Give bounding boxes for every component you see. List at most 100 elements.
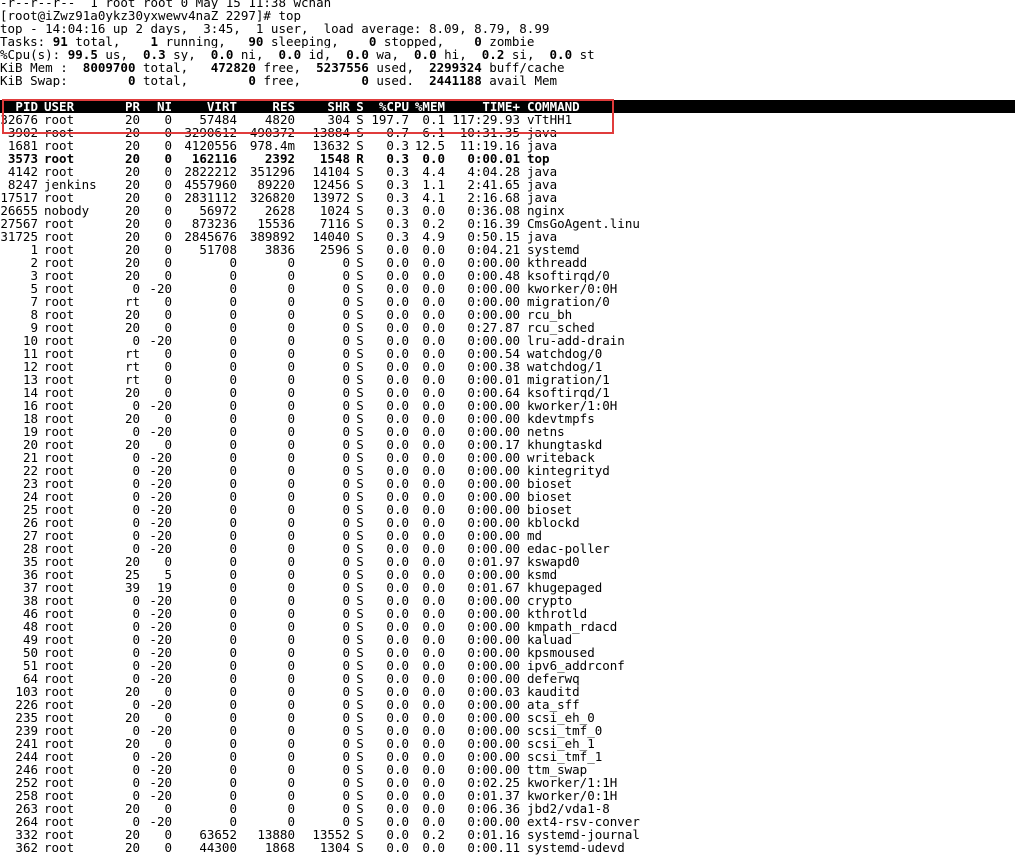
cpu-hi-label: hi,	[444, 48, 467, 61]
res-cell: 0	[287, 424, 295, 439]
res-cell: 0	[287, 554, 295, 569]
virt-cell: 0	[229, 372, 237, 387]
virt-cell: 44300	[199, 840, 237, 855]
virt-cell: 0	[229, 632, 237, 647]
virt-cell: 0	[229, 749, 237, 764]
shr-cell: 1304	[319, 840, 350, 855]
virt-cell: 0	[229, 463, 237, 478]
mem-used-label: used,	[376, 61, 414, 74]
res-cell: 0	[287, 372, 295, 387]
res-cell: 0	[287, 541, 295, 556]
res-cell: 0	[287, 671, 295, 686]
swap-used: 0	[361, 74, 369, 87]
tasks-summary-line: Tasks: 91 total, 1 running, 90 sleeping,…	[0, 35, 1015, 48]
virt-cell: 0	[229, 788, 237, 803]
res-cell: 0	[287, 684, 295, 699]
virt-cell: 0	[229, 619, 237, 634]
virt-cell: 0	[229, 775, 237, 790]
cpu-hi: 0.0	[414, 48, 437, 61]
mem-buff-label: buff/cache	[489, 61, 565, 74]
virt-cell: 0	[229, 736, 237, 751]
virt-cell: 0	[229, 359, 237, 374]
swap-free-label: free,	[263, 74, 302, 87]
virt-cell: 0	[229, 528, 237, 543]
res-cell: 0	[287, 398, 295, 413]
virt-cell: 0	[229, 645, 237, 660]
res-cell: 0	[287, 385, 295, 400]
res-cell: 0	[287, 476, 295, 491]
res-cell: 0	[287, 723, 295, 738]
top-uptime-line: top - 14:04:16 up 2 days, 3:45, 1 user, …	[0, 22, 550, 35]
virt-cell: 0	[229, 476, 237, 491]
virt-cell: 0	[229, 606, 237, 621]
res-cell: 0	[287, 788, 295, 803]
swap-label: KiB Swap:	[0, 74, 68, 87]
res-cell: 0	[287, 502, 295, 517]
mem-free-label: free,	[263, 61, 302, 74]
res-cell: 0	[287, 359, 295, 374]
cpu-id: 0.0	[278, 48, 302, 61]
cpu-wa-label: wa,	[376, 48, 399, 61]
mem-total-label: total,	[143, 61, 189, 74]
res-cell: 0	[287, 632, 295, 647]
mem-buff: 2299324	[429, 61, 482, 74]
res-cell: 0	[287, 281, 295, 296]
virt-cell: 0	[229, 801, 237, 816]
tasks-zombie: 0	[474, 35, 482, 48]
res-cell: 0	[287, 307, 295, 322]
cpu-st-label: st	[579, 48, 595, 61]
res-cell: 0	[287, 606, 295, 621]
shell-prompt-line: [root@iZwz91a0ykz30yxwewv4naZ 2297]# top	[0, 9, 302, 22]
virt-cell: 51708	[199, 242, 237, 257]
tasks-stopped-label: stopped,	[383, 35, 445, 48]
tasks-sleeping-label: sleeping,	[271, 35, 339, 48]
virt-cell: 0	[229, 346, 237, 361]
cpu-wa: 0.0	[346, 48, 369, 61]
cpu-ni-label: ni,	[240, 48, 264, 61]
virt-cell: 0	[229, 320, 237, 335]
virt-cell: 0	[229, 723, 237, 738]
virt-cell: 0	[229, 281, 237, 296]
cpu-sy: 0.3	[143, 48, 166, 61]
res-cell: 0	[287, 346, 295, 361]
virt-cell: 0	[229, 255, 237, 270]
tasks-label: Tasks:	[0, 35, 46, 48]
res-cell: 0	[287, 580, 295, 595]
cpu-us: 99.5	[67, 48, 98, 61]
cpu-si: 0.2	[481, 48, 505, 61]
user-cell: root	[44, 840, 75, 855]
virt-cell: 0	[229, 398, 237, 413]
swap-avail-label: avail Mem	[489, 74, 558, 87]
virt-cell: 0	[229, 593, 237, 608]
terminal-window[interactable]: -r--r--r-- 1 root root 0 May 15 11:38 wc…	[0, 0, 1015, 854]
res-cell: 0	[287, 567, 295, 582]
mem-total: 8009700	[82, 61, 136, 74]
nice-cell: 0	[164, 840, 172, 855]
tasks-running-label: running,	[165, 35, 226, 48]
cpu-id-label: id,	[308, 48, 332, 61]
res-cell: 0	[287, 645, 295, 660]
res-cell: 0	[287, 463, 295, 478]
virt-cell: 0	[229, 671, 237, 686]
mem-used: 5237556	[316, 61, 369, 74]
res-cell: 0	[287, 749, 295, 764]
tasks-stopped: 0	[368, 35, 377, 48]
virt-cell: 0	[229, 268, 237, 283]
mem-label: KiB Mem :	[0, 61, 68, 74]
res-cell: 0	[287, 658, 295, 673]
res-cell: 0	[287, 294, 295, 309]
command-cell: systemd-udevd	[527, 840, 625, 855]
virt-cell: 0	[229, 502, 237, 517]
cpu-us-label: us,	[105, 48, 128, 61]
virt-cell: 0	[229, 684, 237, 699]
virt-cell: 0	[229, 554, 237, 569]
cpu-si-label: si,	[511, 48, 535, 61]
cpu-ni: 0.0	[210, 48, 234, 61]
res-cell: 0	[287, 333, 295, 348]
virt-cell: 0	[229, 307, 237, 322]
res-cell: 0	[287, 775, 295, 790]
res-cell: 0	[287, 515, 295, 530]
virt-cell: 0	[229, 424, 237, 439]
tasks-total-label: total,	[75, 35, 121, 48]
process-row[interactable]: 362 root 20 0 44300 1868 1304 S 0.0 0.0 0:00.11 sys…	[0, 841, 1015, 854]
